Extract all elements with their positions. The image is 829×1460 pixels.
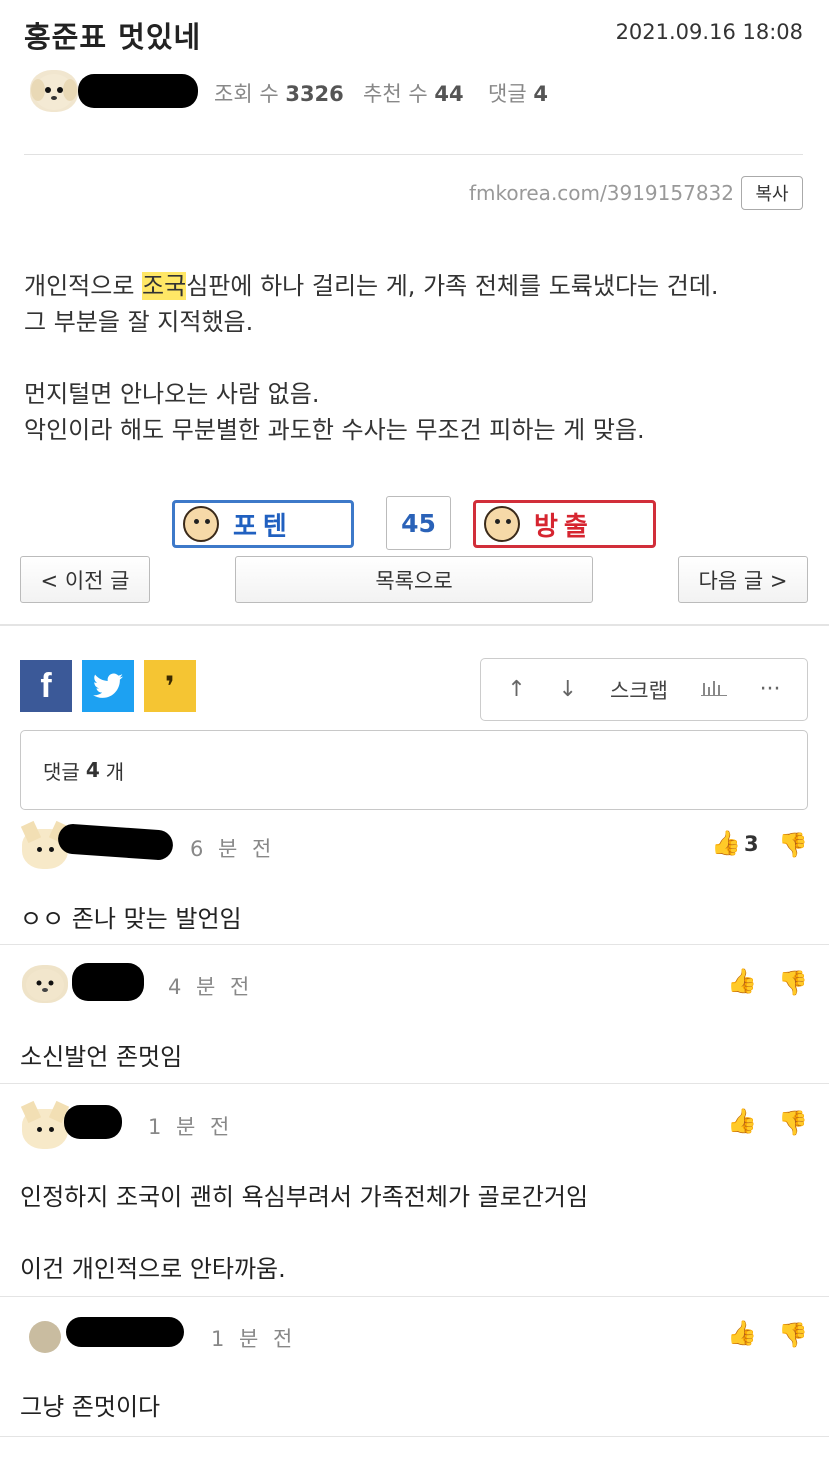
comment-divider <box>0 944 829 945</box>
comment-time: 1 분 전 <box>148 1115 234 1139</box>
body-line-4: 악인이라 해도 무분별한 과도한 수사는 무조건 피하는 게 맞음. <box>24 416 645 444</box>
comment-count-suffix: 개 <box>105 759 125 784</box>
copy-url-button[interactable]: 복사 <box>741 176 803 210</box>
divider <box>24 154 803 155</box>
views-count: 3326 <box>285 82 344 106</box>
twitter-share-button[interactable] <box>82 660 134 712</box>
vote-down-label: 방출 <box>534 511 594 542</box>
comment-time: 6 분 전 <box>190 837 276 861</box>
twitter-icon <box>93 673 123 698</box>
vote-up-button[interactable]: 포텐 <box>172 500 354 548</box>
commenter-avatar[interactable] <box>22 965 68 1003</box>
comment-text-line-2: 이건 개인적으로 안타까움. <box>20 1255 286 1283</box>
kakaostory-share-button[interactable]: ❜ <box>144 660 196 712</box>
body-text: 개인적으로 <box>24 272 143 300</box>
body-line-1: 개인적으로 조국심판에 하나 걸리는 게, 가족 전체를 도륙냈다는 건데. <box>24 268 719 304</box>
commenter-name-redacted <box>72 963 144 1001</box>
recommend-count: 44 <box>434 82 464 106</box>
dog-avatar-icon <box>26 969 64 1001</box>
commenter-name-redacted <box>57 823 174 861</box>
commenter-avatar[interactable] <box>29 1321 61 1353</box>
stats-icon[interactable] <box>700 677 727 703</box>
vote-up-label: 포텐 <box>233 511 293 542</box>
thumbs-up-icon[interactable]: 👍 <box>727 1107 757 1135</box>
bar-chart-icon <box>700 680 727 696</box>
post-url[interactable]: fmkorea.com/3919157832 <box>469 181 734 205</box>
like-count: 3 <box>744 832 759 856</box>
comment-time: 4 분 전 <box>168 975 254 999</box>
facebook-share-button[interactable]: f <box>20 660 72 712</box>
recommend-label: 추천 수 <box>363 82 428 106</box>
body-text: 심판에 하나 걸리는 게, 가족 전체를 도륙냈다는 건데. <box>186 272 719 300</box>
post-body: 개인적으로 조국심판에 하나 걸리는 게, 가족 전체를 도륙냈다는 건데. 그… <box>24 268 719 448</box>
kakao-icon: ❜ <box>165 669 175 703</box>
arrow-down-icon[interactable]: ↓ <box>559 677 577 702</box>
views-meta: 조회 수 3326 <box>214 78 344 108</box>
comment-count: 4 <box>85 758 100 782</box>
comment-item: 4 분 전 👍 👎 소신발언 존멋임 <box>0 955 829 1083</box>
thumbs-down-icon[interactable]: 👎 <box>778 831 808 859</box>
arrow-up-icon[interactable]: ↑ <box>507 677 525 702</box>
comments-label: 댓글 <box>488 82 527 106</box>
vote-down-button[interactable]: 방출 <box>473 500 656 548</box>
author-name-redacted <box>78 74 198 108</box>
thumbs-up-icon[interactable]: 👍 <box>711 829 741 857</box>
comment-text: 인정하지 조국이 괜히 욕심부려서 가족전체가 골로간거임 <box>20 1183 589 1211</box>
section-divider <box>0 624 829 626</box>
thumbs-down-icon[interactable]: 👎 <box>778 1321 808 1349</box>
comment-item: 1 분 전 👍 👎 인정하지 조국이 괜히 욕심부려서 가족전체가 골로간거임 … <box>0 1095 829 1295</box>
thumbs-up-face-icon <box>183 506 219 542</box>
body-line-2: 그 부분을 잘 지적했음. <box>24 308 254 336</box>
comment-time: 1 분 전 <box>211 1327 297 1351</box>
comment-item: 6 분 전 👍 3 👎 ㅇㅇ 존나 맞는 발언임 <box>0 815 829 945</box>
thumbs-down-icon[interactable]: 👎 <box>778 1109 808 1137</box>
comment-item: 1 분 전 👍 👎 그냥 존멋이다 <box>0 1305 829 1435</box>
author-avatar[interactable] <box>30 70 78 112</box>
thumbs-up-icon[interactable]: 👍 <box>727 967 757 995</box>
comment-divider <box>0 1296 829 1297</box>
views-label: 조회 수 <box>214 82 279 106</box>
vote-count: 45 <box>386 496 451 550</box>
comment-divider <box>0 1436 829 1437</box>
thumbs-down-icon[interactable]: 👎 <box>778 969 808 997</box>
thumbs-down-face-icon <box>484 506 520 542</box>
comment-text: 그냥 존멋이다 <box>20 1393 161 1421</box>
dog-avatar-icon <box>31 74 77 110</box>
scrap-button[interactable]: 스크랩 <box>610 675 668 705</box>
thumbs-up-icon[interactable]: 👍 <box>727 1319 757 1347</box>
recommend-meta: 추천 수 44 <box>363 78 464 108</box>
commenter-name-redacted <box>66 1317 184 1347</box>
post-title: 홍준표 멋있네 <box>24 20 202 54</box>
comment-count-label: 댓글 <box>43 759 80 784</box>
commenter-name-redacted <box>64 1105 122 1139</box>
comments-count: 4 <box>533 82 548 106</box>
highlighted-keyword[interactable]: 조국 <box>142 272 187 300</box>
list-button[interactable]: 목록으로 <box>235 556 593 603</box>
body-line-3: 먼지털면 안나오는 사람 없음. <box>24 380 320 408</box>
comment-text: ㅇㅇ 존나 맞는 발언임 <box>20 905 242 933</box>
facebook-icon: f <box>40 666 52 705</box>
comment-divider <box>0 1083 829 1084</box>
prev-post-button[interactable]: < 이전 글 <box>20 556 150 603</box>
post-date: 2021.09.16 18:08 <box>615 20 803 44</box>
comment-count-header: 댓글 4 개 <box>20 730 808 810</box>
comment-text: 소신발언 존멋임 <box>20 1043 183 1071</box>
next-post-button[interactable]: 다음 글 > <box>678 556 808 603</box>
comments-meta: 댓글 4 <box>488 78 548 108</box>
more-icon[interactable]: ··· <box>760 677 781 702</box>
post-tools: ↑ ↓ 스크랩 ··· <box>480 658 808 721</box>
commenter-avatar[interactable] <box>20 1100 70 1149</box>
